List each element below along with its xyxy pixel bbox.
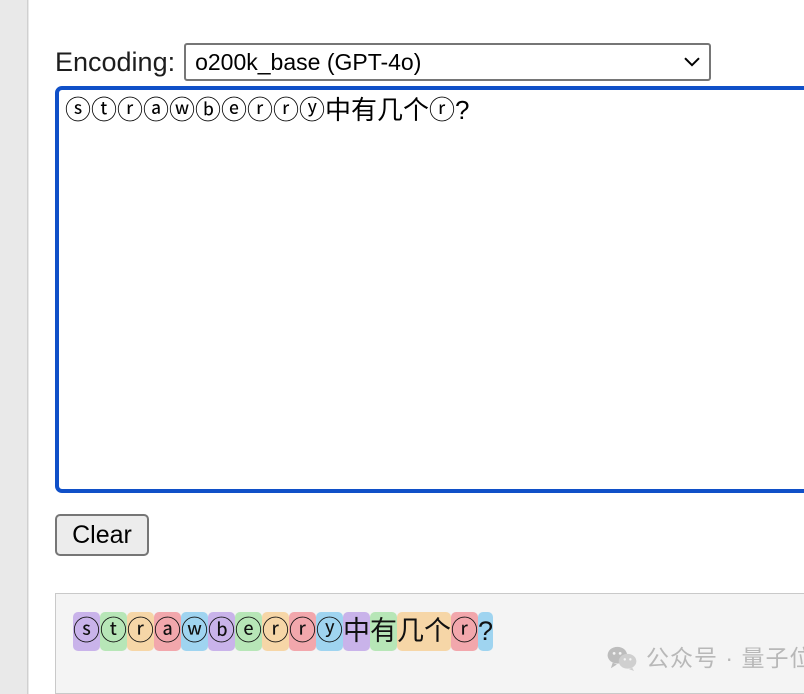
text-input-area[interactable]: ⓢⓣⓡⓐⓦⓑⓔⓡⓡⓨ中有几个ⓡ? [55,86,804,493]
token-chip: ⓣ [100,612,127,652]
token-chip: ⓡ [127,612,154,652]
token-chip: ⓐ [154,612,181,652]
watermark: 公众号 · 量子位 [607,645,804,671]
token-chip: ⓡ [262,612,289,652]
token-chip: ⓡ [451,612,478,652]
token-chip: ⓢ [73,612,100,652]
token-chip: 几个 [397,612,451,652]
text-input-value: ⓢⓣⓡⓐⓦⓑⓔⓡⓡⓨ中有几个ⓡ? [65,95,470,125]
chevron-down-icon [684,57,700,67]
clear-button[interactable]: Clear [55,514,149,556]
token-chip: ⓦ [181,612,208,652]
token-chip: 有 [370,612,397,652]
token-chip: ? [478,612,494,652]
page-left-gutter [0,0,28,694]
token-stream: ⓢ ⓣ ⓡ ⓐ ⓦ ⓑ ⓔ ⓡ ⓡ ⓨ 中有几个 ⓡ? [73,612,494,652]
encoding-label: Encoding: [55,46,176,77]
encoding-row: Encoding: o200k_base (GPT-4o) [55,40,712,84]
token-chip: ⓡ [289,612,316,652]
encoding-select-value: o200k_base (GPT-4o) [195,48,422,75]
token-chip: ⓨ [316,612,343,652]
token-chip: 中 [343,612,370,652]
page-body: Encoding: o200k_base (GPT-4o) ⓢⓣⓡⓐⓦⓑⓔⓡⓡⓨ… [29,0,804,694]
watermark-text: 公众号 · 量子位 [646,644,804,671]
wechat-icon [607,646,637,671]
token-chip: ⓔ [235,612,262,652]
clear-button-label: Clear [72,520,132,549]
encoding-select[interactable]: o200k_base (GPT-4o) [184,43,712,81]
token-chip: ⓑ [208,612,235,652]
token-output-panel: ⓢ ⓣ ⓡ ⓐ ⓦ ⓑ ⓔ ⓡ ⓡ ⓨ 中有几个 ⓡ? [55,593,804,694]
